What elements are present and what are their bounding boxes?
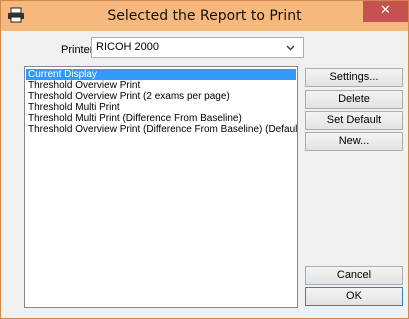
new-button[interactable]: New... [305, 132, 403, 151]
settings-button[interactable]: Settings... [305, 68, 403, 87]
list-item[interactable]: Current Display [26, 69, 296, 80]
printer-dropdown[interactable]: RICOH 2000 [91, 37, 304, 58]
printer-label: Printer [61, 44, 94, 56]
print-report-dialog: Selected the Report to Print ✕ Printer R… [0, 0, 409, 319]
window-title: Selected the Report to Print [107, 8, 302, 24]
printer-value: RICOH 2000 [96, 41, 159, 53]
chevron-down-icon [286, 45, 295, 51]
list-item[interactable]: Threshold Overview Print (2 exams per pa… [26, 91, 230, 102]
ok-button[interactable]: OK [305, 287, 403, 306]
list-item[interactable]: Threshold Overview Print (Difference Fro… [26, 124, 297, 135]
set-default-button[interactable]: Set Default [305, 111, 403, 130]
report-list[interactable]: Current Display Threshold Overview Print… [24, 66, 298, 308]
list-item[interactable]: Threshold Multi Print (Difference From B… [26, 113, 242, 124]
list-item[interactable]: Threshold Overview Print [26, 80, 140, 91]
cancel-button[interactable]: Cancel [305, 266, 403, 285]
close-button[interactable]: ✕ [363, 1, 408, 22]
delete-button[interactable]: Delete [305, 90, 403, 109]
title-bar[interactable]: Selected the Report to Print ✕ [1, 1, 408, 31]
list-item[interactable]: Threshold Multi Print [26, 102, 120, 113]
